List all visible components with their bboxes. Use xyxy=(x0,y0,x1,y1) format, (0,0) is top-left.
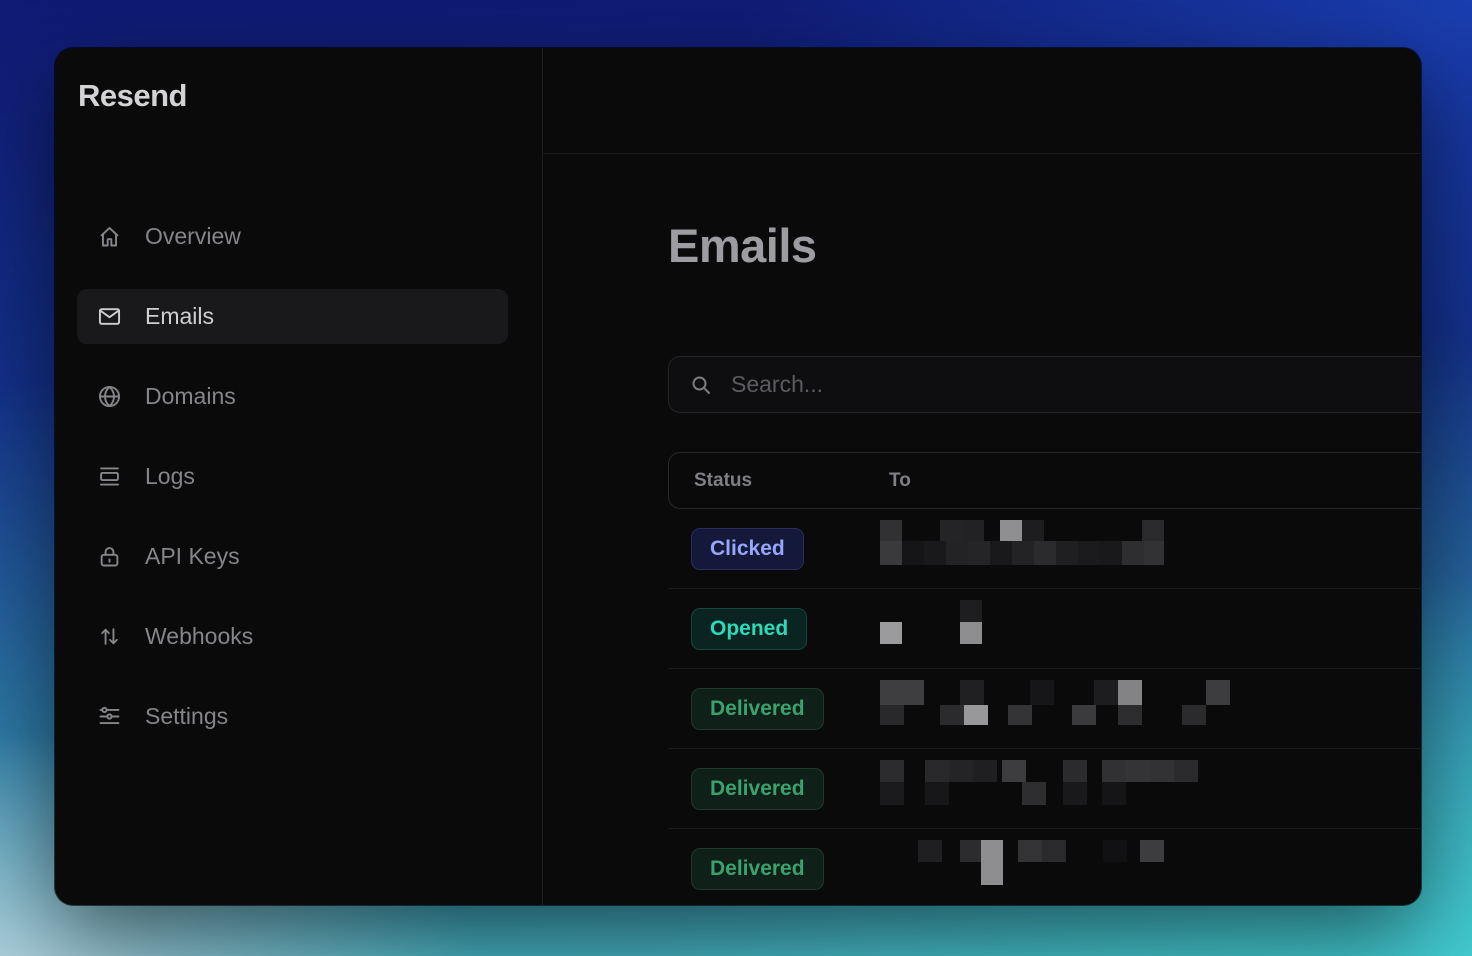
brand-logo: Resend xyxy=(78,78,187,114)
desktop-background: Resend Overview Emails Domains Logs API Keys… xyxy=(0,0,1472,956)
search-input[interactable] xyxy=(729,370,1416,399)
sidebar-item-overview[interactable]: Overview xyxy=(77,209,508,264)
sidebar-item-label: Webhooks xyxy=(145,623,253,650)
sidebar-item-emails[interactable]: Emails xyxy=(77,289,508,344)
logs-icon xyxy=(96,463,123,490)
table-header: Status To xyxy=(668,452,1421,509)
sidebar-item-label: Emails xyxy=(145,303,214,330)
status-badge-delivered: Delivered xyxy=(691,688,824,730)
emails-table: Status To Clicked Opened Delivered Delivere… xyxy=(668,452,1421,905)
sidebar-item-domains[interactable]: Domains xyxy=(77,369,508,424)
sidebar-item-label: Settings xyxy=(145,703,228,730)
search-box[interactable] xyxy=(668,356,1421,413)
status-badge-delivered: Delivered xyxy=(691,768,824,810)
sidebar-nav: Overview Emails Domains Logs API Keys Webhook… xyxy=(55,209,542,769)
home-icon xyxy=(96,223,123,250)
status-badge-clicked: Clicked xyxy=(691,528,804,570)
sidebar-item-logs[interactable]: Logs xyxy=(77,449,508,504)
email-row[interactable]: Opened xyxy=(668,589,1421,669)
column-header-status: Status xyxy=(694,470,752,492)
webhooks-icon xyxy=(96,623,123,650)
page-title: Emails xyxy=(668,218,817,273)
search-icon xyxy=(689,373,713,397)
main-topbar xyxy=(543,48,1421,154)
email-row[interactable]: Delivered xyxy=(668,829,1421,905)
table-body: Clicked Opened Delivered Delivered Delivered xyxy=(668,509,1421,905)
email-row[interactable]: Delivered xyxy=(668,669,1421,749)
settings-icon xyxy=(96,703,123,730)
email-row[interactable]: Clicked xyxy=(668,509,1421,589)
main-content: Emails Status To Clicked Opened Delivered D… xyxy=(543,48,1421,905)
sidebar-item-api-keys[interactable]: API Keys xyxy=(77,529,508,584)
status-badge-opened: Opened xyxy=(691,608,807,650)
sidebar-item-webhooks[interactable]: Webhooks xyxy=(77,609,508,664)
redacted-recipient xyxy=(880,749,1240,829)
email-row[interactable]: Delivered xyxy=(668,749,1421,829)
redacted-recipient xyxy=(880,829,1240,905)
sidebar-item-label: API Keys xyxy=(145,543,240,570)
globe-icon xyxy=(96,383,123,410)
sidebar-item-settings[interactable]: Settings xyxy=(77,689,508,744)
sidebar-item-label: Overview xyxy=(145,223,241,250)
status-badge-delivered: Delivered xyxy=(691,848,824,890)
sidebar-item-label: Domains xyxy=(145,383,236,410)
sidebar: Resend Overview Emails Domains Logs API Keys… xyxy=(55,48,543,905)
redacted-recipient xyxy=(880,589,1240,669)
app-window: Resend Overview Emails Domains Logs API Keys… xyxy=(55,48,1421,905)
column-header-to: To xyxy=(889,470,911,492)
lock-icon xyxy=(96,543,123,570)
redacted-recipient xyxy=(880,669,1240,749)
redacted-recipient xyxy=(880,509,1240,589)
mail-icon xyxy=(96,303,123,330)
sidebar-item-label: Logs xyxy=(145,463,195,490)
